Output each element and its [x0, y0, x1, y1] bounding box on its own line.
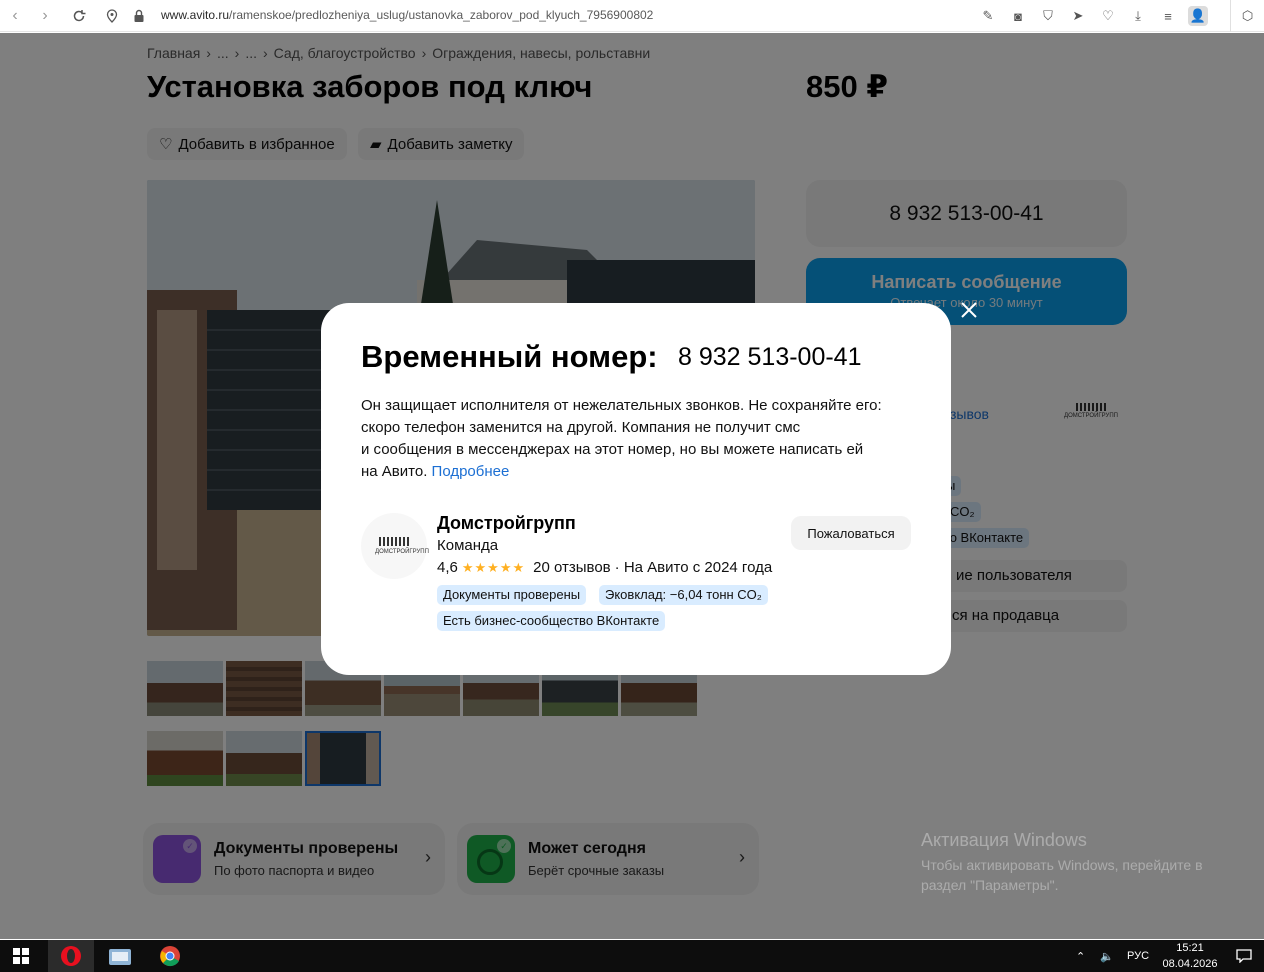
reviews-count[interactable]: 20 отзывов: [533, 559, 611, 576]
clock[interactable]: 15:21 08.04.2026: [1160, 940, 1220, 972]
description-line: на Авито.: [361, 463, 428, 480]
temporary-number-dialog: Временный номер: 8 932 513-00-41 Он защи…: [321, 303, 951, 675]
windows-start-icon[interactable]: [8, 940, 34, 972]
seller-type: Команда: [437, 537, 499, 554]
url-domain: www.avito.ru: [161, 8, 230, 22]
description-line: Он защищает исполнителя от нежелательных…: [361, 397, 882, 414]
download-icon[interactable]: ⤓: [1128, 6, 1148, 26]
rating-stars-icon: ★★★★★: [461, 559, 526, 575]
chrome-icon[interactable]: [148, 940, 192, 972]
clock-date: 08.04.2026: [1162, 958, 1218, 970]
close-icon[interactable]: [957, 298, 981, 322]
lock-icon[interactable]: [124, 1, 154, 31]
on-avito-since: · На Авито с 2024 года: [614, 559, 773, 576]
dialog-description: Он защищает исполнителя от нежелательных…: [361, 395, 921, 483]
seller-rating: 4,6 ★★★★★ 20 отзывов · На Авито с 2024 г…: [437, 559, 772, 576]
seller-avatar[interactable]: ДОМСТРОЙГРУПП: [361, 513, 429, 579]
opera-icon[interactable]: [48, 940, 94, 972]
profile-icon[interactable]: 👤: [1188, 6, 1208, 26]
watermark-title: Активация Windows: [921, 830, 1087, 850]
volume-icon[interactable]: 🔈: [1100, 940, 1114, 972]
more-link[interactable]: Подробнее: [432, 463, 510, 480]
watermark-line: раздел "Параметры".: [921, 877, 1059, 893]
badge-eco: Эковклад: −6,04 тонн CO₂: [599, 585, 768, 605]
taskbar: ⌃ 🔈 РУС 15:21 08.04.2026: [0, 940, 1264, 972]
tray-chevron-icon[interactable]: ⌃: [1076, 940, 1085, 972]
extensions-icon[interactable]: ⬡: [1230, 0, 1264, 32]
browser-toolbar: ‹ › www.avito.ru/ramenskoe/predlozheniya…: [0, 0, 1264, 32]
location-icon[interactable]: [97, 1, 127, 31]
notifications-icon[interactable]: [1236, 940, 1252, 972]
reload-icon[interactable]: [64, 1, 94, 31]
temporary-phone: 8 932 513-00-41: [678, 343, 862, 371]
rating-value: 4,6: [437, 559, 458, 576]
explorer-icon[interactable]: [100, 940, 140, 972]
menu-icon[interactable]: ≡: [1158, 6, 1178, 26]
edit-icon[interactable]: ✎: [978, 6, 998, 26]
watermark-line: Чтобы активировать Windows, перейдите в: [921, 857, 1203, 873]
dialog-title: Временный номер:: [361, 339, 658, 374]
toolbar-icons: ✎ ◙ ⛉ ➤ ♡ ⤓ ≡ 👤: [978, 6, 1208, 26]
description-line: скоро телефон заменится на другой. Компа…: [361, 419, 801, 436]
description-line: и сообщения в мессенджерах на этот номер…: [361, 441, 864, 458]
forward-icon[interactable]: ›: [30, 1, 60, 31]
seller-name[interactable]: Домстройгрупп: [437, 513, 576, 534]
windows-activation-watermark: Активация Windows Чтобы активировать Win…: [921, 830, 1203, 895]
clock-time: 15:21: [1176, 942, 1204, 954]
address-bar[interactable]: www.avito.ru/ramenskoe/predlozheniya_usl…: [161, 8, 653, 22]
back-icon[interactable]: ‹: [0, 1, 30, 31]
badge-vk: Есть бизнес-сообщество ВКонтакте: [437, 611, 666, 631]
complain-button[interactable]: Пожаловаться: [791, 516, 911, 550]
send-icon[interactable]: ➤: [1068, 6, 1088, 26]
url-path: /ramenskoe/predlozheniya_uslug/ustanovka…: [229, 8, 654, 22]
shield-icon[interactable]: ⛉: [1038, 6, 1058, 26]
logo-text: ДОМСТРОЙГРУПП: [375, 549, 429, 555]
badge-documents: Документы проверены: [437, 585, 587, 605]
language-indicator[interactable]: РУС: [1127, 940, 1149, 972]
camera-icon[interactable]: ◙: [1008, 6, 1028, 26]
heart-icon[interactable]: ♡: [1098, 6, 1118, 26]
